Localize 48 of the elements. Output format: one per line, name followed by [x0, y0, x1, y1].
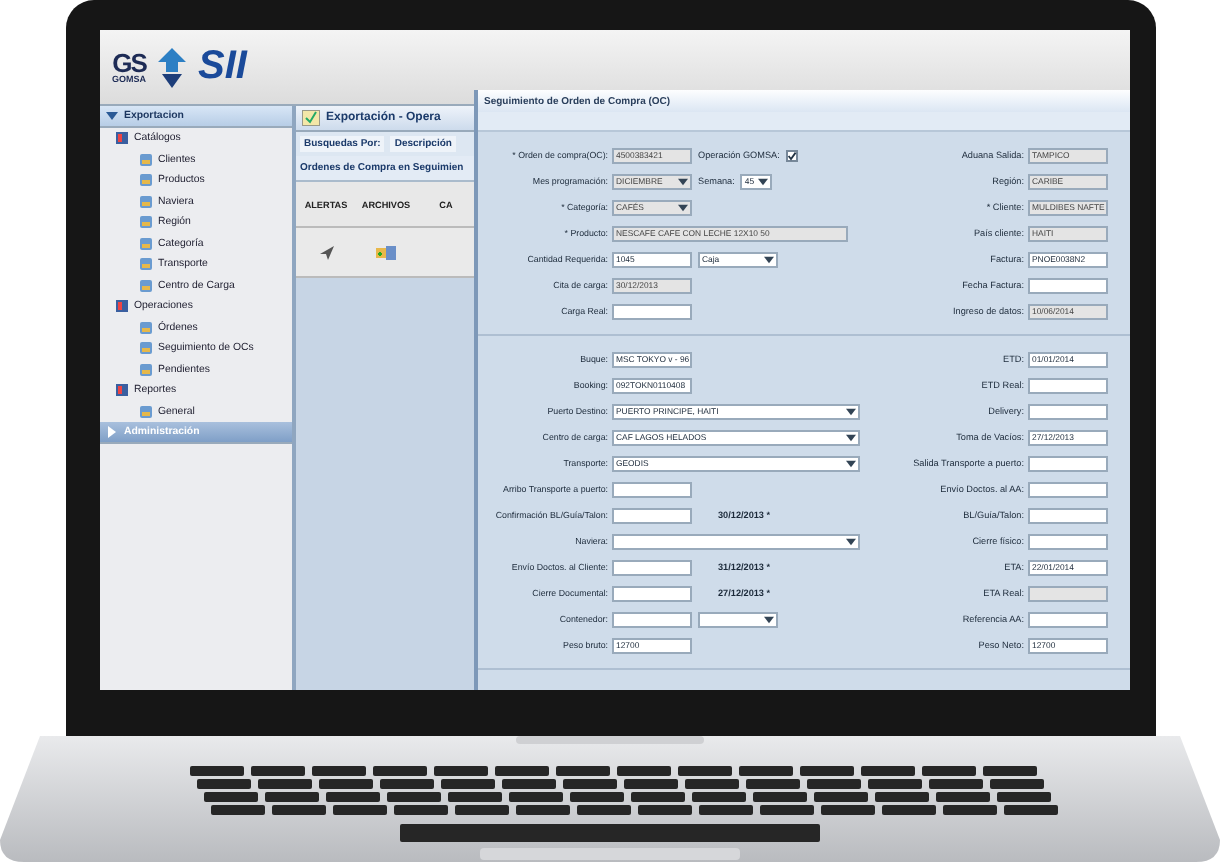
input-field[interactable] — [1028, 533, 1108, 549]
input-field[interactable] — [1028, 277, 1108, 293]
caret-icon — [106, 110, 118, 122]
caret-icon — [846, 459, 856, 467]
input-field[interactable] — [1028, 507, 1108, 523]
send-icon[interactable] — [319, 245, 333, 259]
square-icon — [140, 279, 152, 292]
square-icon — [140, 321, 152, 334]
dropdown[interactable] — [698, 611, 778, 627]
square-icon — [140, 405, 152, 418]
checkbox[interactable] — [785, 149, 798, 161]
square-icon — [140, 363, 152, 376]
input-field[interactable] — [1028, 377, 1108, 393]
input-field[interactable] — [1028, 611, 1108, 627]
input-field[interactable] — [1028, 481, 1108, 497]
input-field[interactable] — [612, 585, 692, 601]
caret-icon — [106, 426, 118, 438]
book-icon — [116, 132, 128, 145]
book-icon — [116, 384, 128, 397]
caret-icon — [758, 177, 769, 185]
book-icon — [116, 300, 128, 313]
caret-icon — [764, 615, 774, 623]
dropdown[interactable] — [612, 533, 860, 549]
input-field[interactable] — [612, 481, 692, 497]
caret-icon — [764, 255, 774, 263]
logo-text: GS — [112, 49, 146, 76]
square-icon — [140, 153, 152, 166]
input-field[interactable] — [1028, 403, 1108, 419]
square-icon — [140, 237, 152, 250]
square-icon — [140, 195, 152, 208]
caret-icon — [678, 203, 688, 211]
square-icon — [140, 258, 152, 271]
input-field[interactable] — [1028, 455, 1108, 471]
square-icon — [140, 342, 152, 355]
folder-icon[interactable] — [376, 245, 396, 259]
square-icon — [140, 216, 152, 229]
caret-icon — [846, 407, 856, 415]
square-icon — [140, 174, 152, 187]
caret-icon — [846, 537, 856, 545]
check-document-icon — [302, 110, 320, 126]
input-field[interactable] — [612, 559, 692, 575]
input-field[interactable] — [612, 303, 692, 319]
arrow-emblem-icon — [158, 47, 187, 87]
caret-icon — [846, 433, 856, 441]
input-field[interactable] — [612, 507, 692, 523]
input-field[interactable] — [612, 611, 692, 627]
caret-icon — [678, 177, 688, 185]
brand-name: SII — [198, 44, 247, 90]
